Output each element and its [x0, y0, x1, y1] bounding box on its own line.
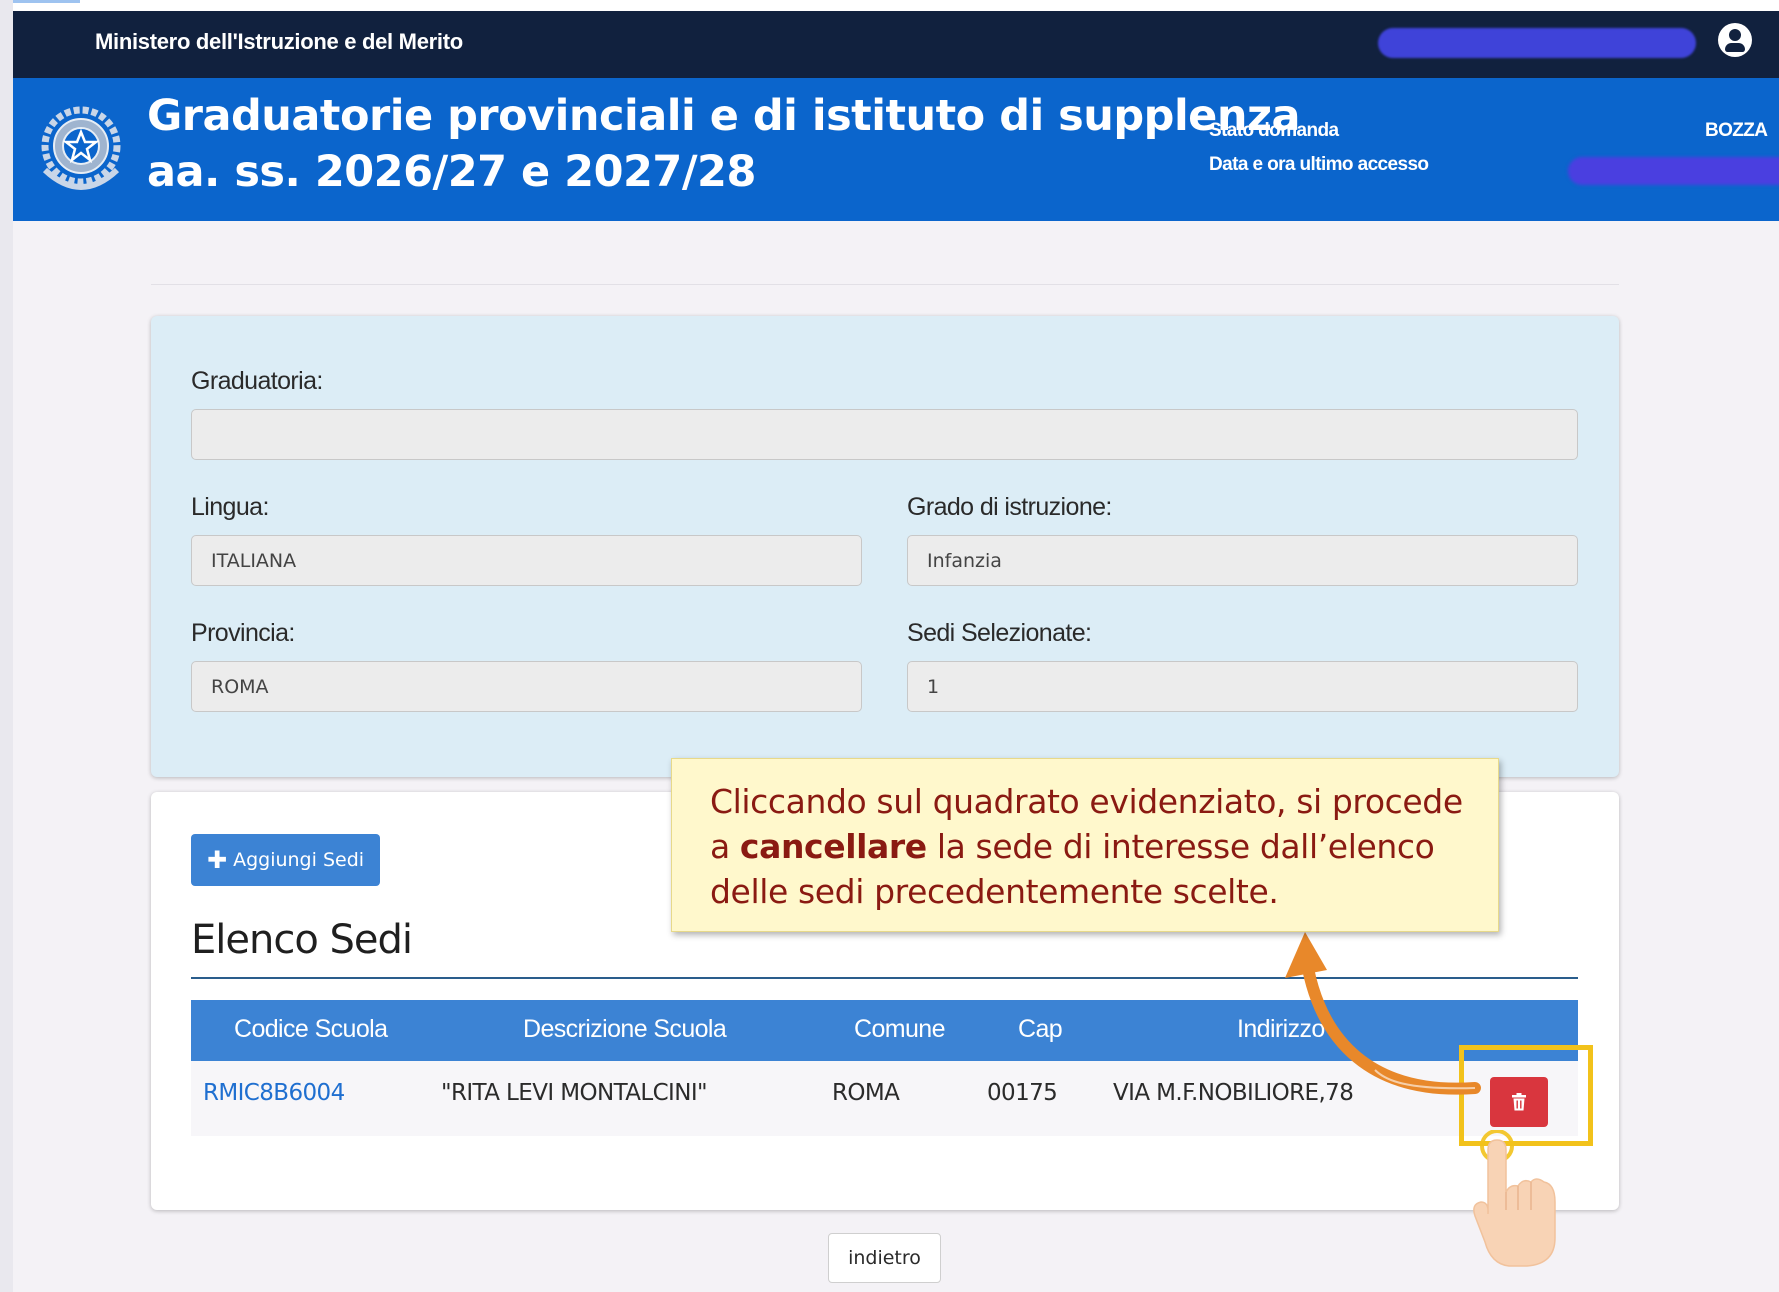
column-header-codice: Codice Scuola — [234, 1015, 388, 1043]
column-header-descrizione: Descrizione Scuola — [523, 1015, 727, 1043]
provincia-label: Provincia: — [191, 619, 295, 647]
column-header-comune: Comune — [854, 1015, 946, 1043]
provincia-field[interactable]: ROMA — [191, 661, 862, 712]
descrizione-scuola-cell: "RITA LEVI MONTALCINI" — [441, 1080, 708, 1106]
callout-text-bold: cancellare — [739, 827, 927, 866]
sedi-selezionate-label: Sedi Selezionate: — [907, 619, 1092, 647]
user-circle-icon[interactable] — [1718, 23, 1752, 57]
cap-cell: 00175 — [987, 1080, 1058, 1106]
redacted-last-access — [1568, 157, 1779, 185]
window-left-edge — [0, 0, 13, 1292]
add-sedi-button[interactable]: ✚ Aggiungi Sedi — [191, 834, 380, 886]
status-badge: BOZZA — [1705, 120, 1768, 141]
top-bar: Ministero dell'Istruzione e del Merito — [13, 11, 1779, 78]
lingua-field[interactable]: ITALIANA — [191, 535, 862, 586]
elenco-sedi-title: Elenco Sedi — [191, 917, 413, 963]
column-header-cap: Cap — [1018, 1015, 1063, 1043]
section-divider — [151, 284, 1619, 285]
window-top-edge — [0, 0, 1779, 11]
grado-field[interactable]: Infanzia — [907, 535, 1578, 586]
title-line-2: aa. ss. 2026/27 e 2027/28 — [147, 147, 756, 197]
back-button[interactable]: indietro — [828, 1233, 941, 1283]
page-title: Graduatorie provinciali e di istituto di… — [147, 88, 1301, 200]
codice-scuola-link[interactable]: RMIC8B6004 — [203, 1080, 345, 1106]
ministry-name: Ministero dell'Istruzione e del Merito — [95, 29, 463, 54]
plus-icon: ✚ — [206, 846, 228, 874]
status-label: Stato domanda — [1209, 120, 1339, 141]
lingua-label: Lingua: — [191, 493, 269, 521]
sedi-selezionate-field[interactable]: 1 — [907, 661, 1578, 712]
title-line-1: Graduatorie provinciali e di istituto di… — [147, 91, 1301, 141]
comune-cell: ROMA — [832, 1080, 900, 1106]
app-header: Graduatorie provinciali e di istituto di… — [13, 78, 1779, 221]
add-sedi-label: Aggiungi Sedi — [233, 849, 365, 871]
grado-label: Grado di istruzione: — [907, 493, 1112, 521]
graduatoria-label: Graduatoria: — [191, 367, 323, 395]
republic-emblem-icon — [41, 106, 121, 190]
hand-pointer-icon — [1473, 1130, 1556, 1267]
instruction-callout: Cliccando sul quadrato evidenziato, si p… — [671, 758, 1499, 932]
graduatoria-field[interactable] — [191, 409, 1578, 460]
last-access-label: Data e ora ultimo accesso — [1209, 154, 1429, 175]
curved-arrow-icon — [1285, 932, 1481, 1095]
redacted-username — [1378, 28, 1696, 58]
